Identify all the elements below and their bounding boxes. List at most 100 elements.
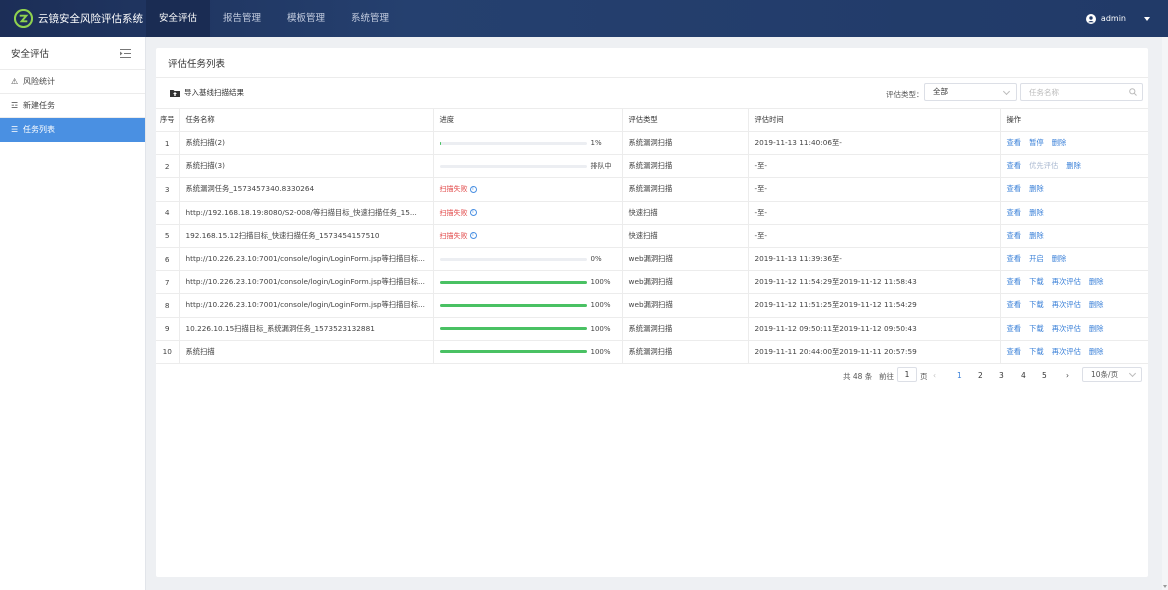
download-link[interactable]: 下载 [1029,324,1044,333]
nav-item-system[interactable]: 系统管理 [338,0,402,37]
pagination-next-button[interactable]: › [1066,371,1069,380]
page-size-select[interactable]: 10条/页 [1082,367,1142,382]
scan-failed-status: 扫描失败 [439,231,468,240]
chevron-down-icon [1128,369,1137,378]
filter-type-label: 评估类型： [886,90,924,99]
progress-track [439,257,587,261]
delete-link[interactable]: 删除 [1029,184,1044,193]
nav-item-reports[interactable]: 报告管理 [210,0,274,37]
page-scrollbar[interactable] [1162,37,1168,590]
app-title: 云镜安全风险评估系统 [38,13,143,25]
reassess-link[interactable]: 再次评估 [1052,347,1081,356]
view-link[interactable]: 查看 [1007,161,1022,170]
sidebar-item-risk-stats[interactable]: ⚠ 风险统计 [0,70,145,94]
download-link[interactable]: 下载 [1029,300,1044,309]
progress-cell: 1% [439,139,622,147]
assessment-type: 系统漏洞扫描 [622,317,749,341]
info-icon[interactable]: i [469,185,477,193]
brand[interactable]: 云镜安全风险评估系统 [0,0,146,37]
progress-column-cell: 100% [433,293,623,318]
progress-cell: 100% [439,348,622,356]
progress-fill [439,141,441,145]
pagination-page-1[interactable]: 1 [957,371,962,380]
pagination-page-4[interactable]: 4 [1021,371,1026,380]
list-icon: ☰ [11,125,19,134]
delete-link[interactable]: 删除 [1066,161,1081,170]
start-link[interactable]: 开启 [1029,254,1044,263]
download-link[interactable]: 下载 [1029,277,1044,286]
assessment-type: 系统漏洞扫描 [622,154,749,179]
download-link[interactable]: 下载 [1029,347,1044,356]
pause-link[interactable]: 暂停 [1029,138,1044,147]
delete-link[interactable]: 删除 [1029,231,1044,240]
row-index: 1 [156,131,180,156]
sidebar: 安全评估 ⚠ 风险统计 ☲ 新建任务 ☰ 任务列表 [0,37,146,590]
pagination-goto-input[interactable]: 1 [897,367,917,382]
delete-link[interactable]: 删除 [1052,254,1067,263]
view-link[interactable]: 查看 [1007,254,1022,263]
task-list-card: 评估任务列表 导入基线扫描结果 评估类型： 全部 序号 任务名称 进度 评 [156,48,1148,577]
progress-status: 100% [590,301,611,310]
pagination-page-2[interactable]: 2 [978,371,983,380]
type-filter-select[interactable]: 全部 [924,83,1017,101]
delete-link[interactable]: 删除 [1029,208,1044,217]
delete-link[interactable]: 删除 [1089,324,1104,333]
progress-cell: 0% [439,255,622,263]
delete-link[interactable]: 删除 [1089,277,1104,286]
import-baseline-button[interactable]: 导入基线扫描结果 [170,87,244,98]
sidebar-header: 安全评估 [0,37,145,70]
delete-link[interactable]: 删除 [1089,300,1104,309]
row-index: 8 [156,293,180,318]
progress-column-cell: 排队中 [433,154,623,179]
row-actions: 查看 下载 再次评估 删除 [1000,340,1148,364]
nav-item-templates[interactable]: 模板管理 [274,0,338,37]
row-index: 3 [156,177,180,202]
delete-link[interactable]: 删除 [1052,138,1067,147]
reassess-link[interactable]: 再次评估 [1052,300,1081,309]
reassess-link[interactable]: 再次评估 [1052,277,1081,286]
table-row: 2 系统扫描(3) 排队中 系统漏洞扫描 -至- 查看 优先评估 删除 [156,154,1148,179]
view-link[interactable]: 查看 [1007,277,1022,286]
assessment-time: 2019-11-12 11:51:25至2019-11-12 11:54:29 [748,293,1001,318]
table-row: 1 系统扫描(2) 1% 系统漏洞扫描 2019-11-13 11:40:06至- 查看暂… [156,131,1148,156]
progress-column-cell: 扫描失败 i [433,177,623,202]
view-link[interactable]: 查看 [1007,324,1022,333]
progress-fill [439,327,587,331]
search-icon[interactable] [1129,88,1137,96]
sidebar-item-task-list[interactable]: ☰ 任务列表 [0,118,145,142]
progress-track [439,350,587,354]
task-name-search-input[interactable] [1020,83,1143,101]
column-header-time: 评估时间 [748,108,1001,132]
view-link[interactable]: 查看 [1007,347,1022,356]
main-nav: 安全评估 报告管理 模板管理 系统管理 [146,0,402,37]
scroll-down-arrow-icon[interactable] [1163,585,1167,588]
column-header-name: 任务名称 [179,108,434,132]
info-icon[interactable]: i [469,232,477,240]
scan-failed-status: 扫描失败 [439,208,468,217]
user-icon [1085,13,1096,24]
sidebar-item-new-task[interactable]: ☲ 新建任务 [0,94,145,118]
view-link[interactable]: 查看 [1007,184,1022,193]
view-link[interactable]: 查看 [1007,208,1022,217]
progress-status: 100% [590,324,611,333]
progress-track [439,280,587,284]
reassess-link[interactable]: 再次评估 [1052,324,1081,333]
pagination-prev-button[interactable]: ‹ [933,371,936,380]
pagination-page-3[interactable]: 3 [999,371,1004,380]
pagination-page-5[interactable]: 5 [1042,371,1047,380]
assessment-time: -至- [748,201,1001,225]
nav-item-assessment[interactable]: 安全评估 [146,0,211,37]
progress-column-cell: 100% [433,340,623,364]
column-header-index: 序号 [156,108,180,132]
info-icon[interactable]: i [469,209,477,217]
prioritize-link[interactable]: 优先评估 [1029,161,1058,170]
view-link[interactable]: 查看 [1007,138,1022,147]
delete-link[interactable]: 删除 [1089,347,1104,356]
user-menu[interactable]: admin [1085,0,1150,37]
view-link[interactable]: 查看 [1007,231,1022,240]
task-name: 192.168.15.12扫描目标_快速扫描任务_1573454157510 [179,224,434,248]
menu-collapse-icon[interactable] [120,48,131,58]
view-link[interactable]: 查看 [1007,300,1022,309]
sidebar-item-label: 风险统计 [23,77,55,86]
task-table-body: 1 系统扫描(2) 1% 系统漏洞扫描 2019-11-13 11:40:06至- 查看暂… [156,131,1148,364]
